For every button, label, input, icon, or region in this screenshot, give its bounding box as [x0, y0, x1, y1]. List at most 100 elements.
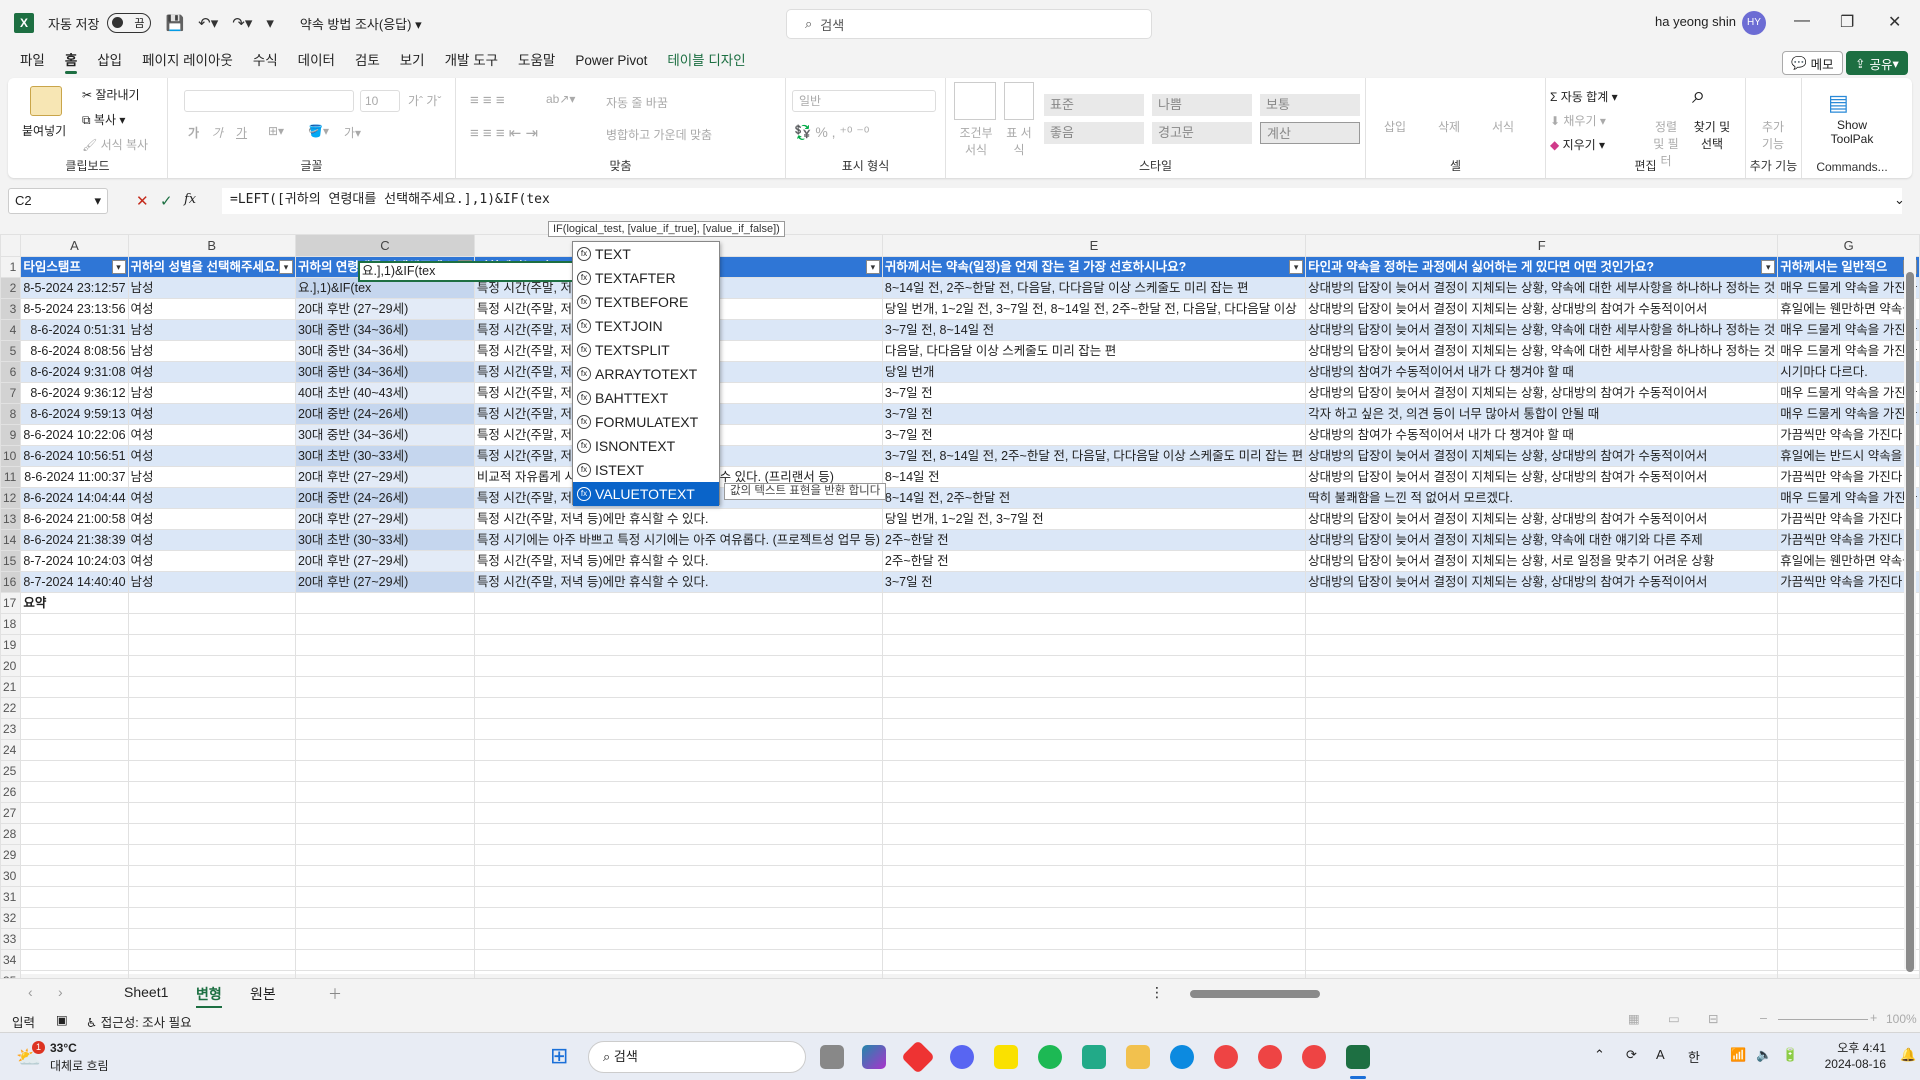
cell[interactable]	[294, 697, 475, 719]
table-cell[interactable]: 8-5-2024 23:12:57	[20, 277, 129, 299]
cancel-icon[interactable]: ✕	[136, 192, 149, 210]
cell[interactable]	[20, 718, 129, 740]
tab-data[interactable]: 데이터	[298, 46, 335, 76]
table-format-icon[interactable]	[1004, 82, 1034, 120]
table-cell[interactable]: 가끔씩만 약속을 가진다	[1777, 529, 1920, 551]
row-header[interactable]: 20	[0, 655, 22, 677]
cell[interactable]	[1777, 949, 1920, 971]
cell[interactable]	[1305, 592, 1779, 614]
table-cell[interactable]: 가끔씩만 약속을 가진다	[1777, 571, 1920, 593]
cell[interactable]	[127, 844, 296, 866]
cell[interactable]	[1777, 697, 1920, 719]
chrome-icon[interactable]	[1214, 1045, 1238, 1069]
cell[interactable]	[881, 655, 1307, 677]
conditional-format-button[interactable]: 조건부 서식	[954, 124, 998, 158]
cell[interactable]	[1305, 781, 1779, 803]
table-cell[interactable]: 상대방의 답장이 늦어서 결정이 지체되는 상황, 상대방의 참여가 수동적이어…	[1305, 445, 1779, 467]
cell[interactable]	[1777, 844, 1920, 866]
cell[interactable]	[1305, 634, 1779, 656]
autocomplete-item[interactable]: fx TEXT	[573, 242, 719, 266]
find-select-button[interactable]: 찾기 및 선택	[1690, 118, 1734, 152]
table-cell[interactable]: 남성	[127, 382, 296, 404]
cell[interactable]	[1777, 613, 1920, 635]
cell[interactable]	[473, 928, 883, 950]
autocomplete-item[interactable]: fx VALUETOTEXT	[573, 482, 719, 506]
row-header[interactable]: 16	[0, 571, 22, 593]
table-cell[interactable]: 상대방의 답장이 늦어서 결정이 지체되는 상황, 약속에 대한 세부사항을 하…	[1305, 340, 1779, 362]
redo-icon[interactable]: ↷▾	[232, 14, 252, 32]
table-cell[interactable]: 상대방의 답장이 늦어서 결정이 지체되는 상황, 약속에 대한 세부사항을 하…	[1305, 319, 1779, 341]
cell[interactable]	[473, 634, 883, 656]
table-cell[interactable]: 2주~한달 전	[881, 529, 1307, 551]
font-name-select[interactable]	[184, 90, 354, 112]
cell[interactable]	[881, 676, 1307, 698]
cell[interactable]	[1305, 886, 1779, 908]
table-cell[interactable]: 8-6-2024 21:38:39	[20, 529, 129, 551]
cell[interactable]	[127, 949, 296, 971]
show-toolpak-button[interactable]: Show ToolPak	[1816, 118, 1888, 146]
cell[interactable]	[881, 886, 1307, 908]
cell[interactable]	[294, 718, 475, 740]
cell[interactable]	[473, 592, 883, 614]
border-icon[interactable]: ⊞▾	[268, 124, 284, 138]
cell[interactable]	[473, 613, 883, 635]
row-header[interactable]: 13	[0, 508, 22, 530]
chrome-profile-icon[interactable]	[1258, 1045, 1282, 1069]
app-diamond-icon[interactable]	[901, 1040, 935, 1074]
scrollbar-thumb[interactable]	[1906, 272, 1914, 972]
cell-grid[interactable]: ABCDEFG1타임스탬프▾귀하의 성별을 선택해주세요.▾귀하의 연령대를 선…	[0, 234, 1920, 992]
row-header[interactable]: 15	[0, 550, 22, 572]
cell[interactable]	[1305, 865, 1779, 887]
row-header[interactable]: 26	[0, 781, 22, 803]
cell[interactable]	[20, 739, 129, 761]
table-cell[interactable]: 8~14일 전, 2주~한달 전, 다음달, 다다음달 이상 스케줄도 미리 잡…	[881, 277, 1307, 299]
cell[interactable]	[1777, 802, 1920, 824]
cell[interactable]	[881, 844, 1307, 866]
cell[interactable]	[294, 592, 475, 614]
table-header-cell[interactable]: 귀하께서는 일반적으▾	[1777, 256, 1920, 278]
table-header-cell[interactable]: 타인과 약속을 정하는 과정에서 싫어하는 게 있다면 어떤 것인가요? ▾	[1305, 256, 1779, 278]
cell[interactable]	[881, 760, 1307, 782]
cell[interactable]	[881, 928, 1307, 950]
cell[interactable]	[473, 949, 883, 971]
row-header[interactable]: 7	[0, 382, 22, 404]
cell[interactable]	[1305, 760, 1779, 782]
cell[interactable]	[1305, 802, 1779, 824]
row-header[interactable]: 23	[0, 718, 22, 740]
cell[interactable]	[1777, 907, 1920, 929]
wifi-icon[interactable]: 📶	[1730, 1047, 1746, 1063]
column-header[interactable]: E	[881, 234, 1307, 257]
view-page-break-icon[interactable]: ⊟	[1708, 1011, 1718, 1026]
table-cell[interactable]: 가끔씩만 약속을 가진다	[1777, 424, 1920, 446]
filter-dropdown-icon[interactable]: ▾	[278, 260, 293, 274]
chrome-profile2-icon[interactable]	[1302, 1045, 1326, 1069]
cell[interactable]	[1777, 760, 1920, 782]
row-header[interactable]: 12	[0, 487, 22, 509]
view-normal-icon[interactable]: ▦	[1628, 1011, 1640, 1026]
cell[interactable]	[294, 613, 475, 635]
fill-color-icon[interactable]: 🪣▾	[308, 124, 329, 138]
formula-input[interactable]: =LEFT([귀하의 연령대를 선택해주세요.],1)&IF(tex	[222, 188, 1902, 214]
tab-review[interactable]: 검토	[355, 46, 380, 76]
cell[interactable]	[881, 718, 1307, 740]
table-cell[interactable]: 여성	[127, 445, 296, 467]
column-header[interactable]: G	[1777, 234, 1920, 257]
cell[interactable]	[20, 802, 129, 824]
row-header[interactable]: 30	[0, 865, 22, 887]
cell[interactable]	[473, 760, 883, 782]
table-cell[interactable]: 남성	[127, 466, 296, 488]
insert-function-button[interactable]: fx	[184, 192, 196, 207]
table-cell[interactable]: 8-6-2024 14:04:44	[20, 487, 129, 509]
align-top-icon[interactable]: ≡ ≡ ≡	[470, 92, 505, 109]
cell[interactable]	[294, 676, 475, 698]
table-cell[interactable]: 가끔씩만 약속을 가진다	[1777, 466, 1920, 488]
cell[interactable]	[881, 802, 1307, 824]
row-header[interactable]: 34	[0, 949, 22, 971]
tab-help[interactable]: 도움말	[518, 46, 555, 76]
table-cell[interactable]: 8-6-2024 21:00:58	[20, 508, 129, 530]
row-header[interactable]: 11	[0, 466, 22, 488]
zoom-level[interactable]: 100%	[1886, 1012, 1917, 1026]
autocomplete-item[interactable]: fx ISTEXT	[573, 458, 719, 482]
table-cell[interactable]: 2주~한달 전	[881, 550, 1307, 572]
table-cell[interactable]: 여성	[127, 508, 296, 530]
